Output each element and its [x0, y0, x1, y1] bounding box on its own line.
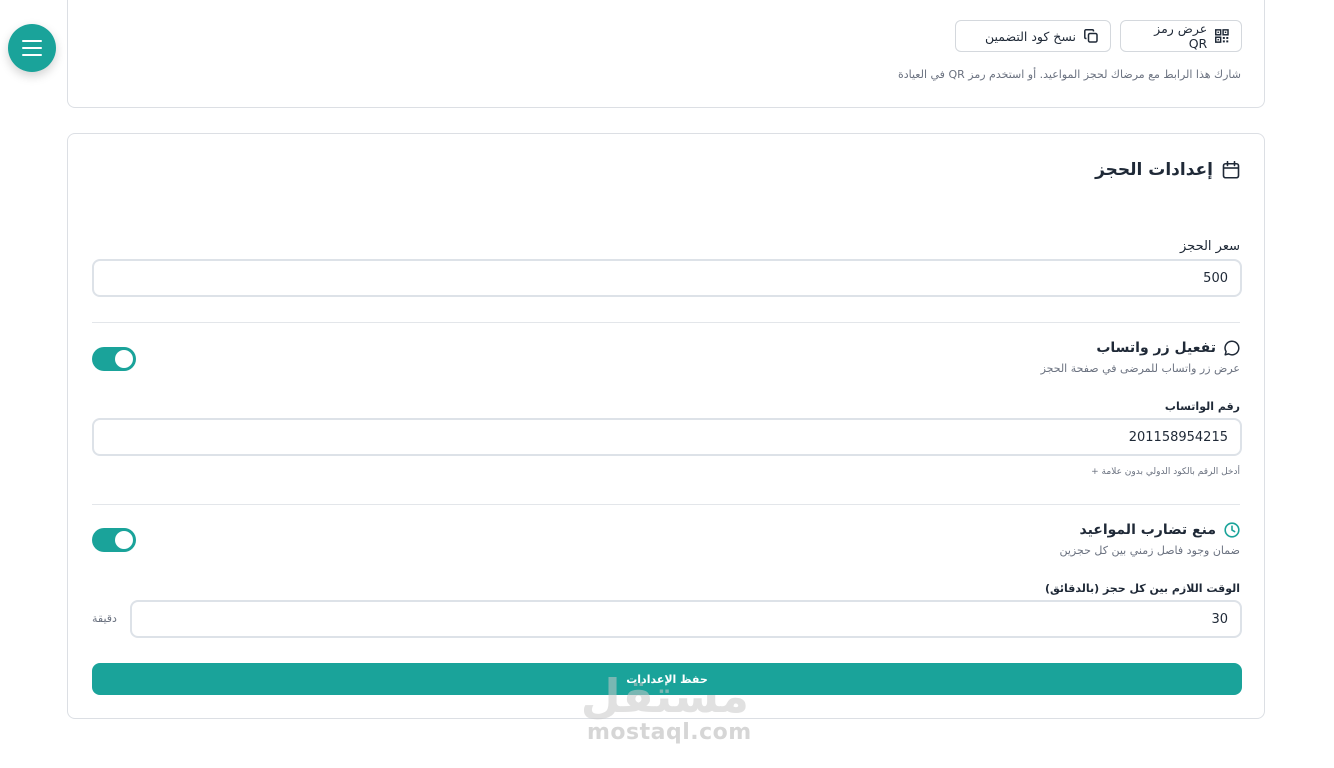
conflict-toggle-label: منع تضارب المواعيد: [1079, 522, 1216, 538]
whatsapp-number-hint: أدخل الرقم بالكود الدولي بدون علامة +: [1091, 467, 1240, 477]
whatsapp-toggle-title: تفعيل زر واتساب: [1096, 340, 1240, 356]
copy-icon: [1084, 29, 1098, 43]
divider: [92, 322, 1240, 323]
section-title-text: إعدادات الحجز: [1095, 160, 1213, 180]
watermark-url: mostaql.com: [587, 720, 752, 745]
divider: [92, 504, 1240, 505]
gap-minutes-label: الوقت اللازم بين كل حجز (بالدقائق): [1044, 582, 1240, 595]
conflict-toggle-description: ضمان وجود فاصل زمني بين كل حجزين: [1059, 544, 1240, 557]
whatsapp-number-input[interactable]: 201158954215: [92, 418, 1242, 456]
copy-embed-label: نسخ كود التضمين: [984, 28, 1076, 44]
conflict-toggle-title: منع تضارب المواعيد: [1079, 522, 1240, 538]
gap-unit-label: دقيقة: [92, 612, 117, 625]
clock-icon: [1224, 522, 1240, 538]
save-settings-label: حفظ الإعدادات: [626, 672, 708, 686]
save-settings-button[interactable]: حفظ الإعدادات: [92, 663, 1242, 695]
price-label: سعر الحجز: [1180, 239, 1240, 254]
booking-settings-card: إعدادات الحجز سعر الحجز 500 تفعيل زر وات…: [67, 133, 1265, 719]
menu-icon: [22, 40, 42, 56]
show-qr-label: عرض رمز QR: [1154, 21, 1208, 51]
share-hint-text: شارك هذا الرابط مع مرضاك لحجز المواعيد. …: [897, 68, 1241, 81]
qr-code-icon: [1215, 29, 1229, 43]
whatsapp-number-label: رقم الواتساب: [1164, 400, 1240, 413]
price-input[interactable]: 500: [92, 259, 1242, 297]
copy-embed-button[interactable]: نسخ كود التضمين: [955, 20, 1111, 52]
conflict-toggle[interactable]: [92, 528, 136, 552]
calendar-icon: [1222, 161, 1240, 179]
section-title: إعدادات الحجز: [1095, 160, 1240, 180]
share-link-card: عرض رمز QR نسخ كود التضمين شارك هذا الرا…: [67, 0, 1265, 108]
whatsapp-toggle-label: تفعيل زر واتساب: [1096, 340, 1216, 356]
whatsapp-toggle[interactable]: [92, 347, 136, 371]
gap-minutes-input[interactable]: 30: [130, 600, 1242, 638]
show-qr-button[interactable]: عرض رمز QR: [1120, 20, 1242, 52]
whatsapp-toggle-description: عرض زر واتساب للمرضى في صفحة الحجز: [1040, 362, 1240, 375]
menu-button[interactable]: [8, 24, 56, 72]
chat-icon: [1224, 340, 1240, 356]
